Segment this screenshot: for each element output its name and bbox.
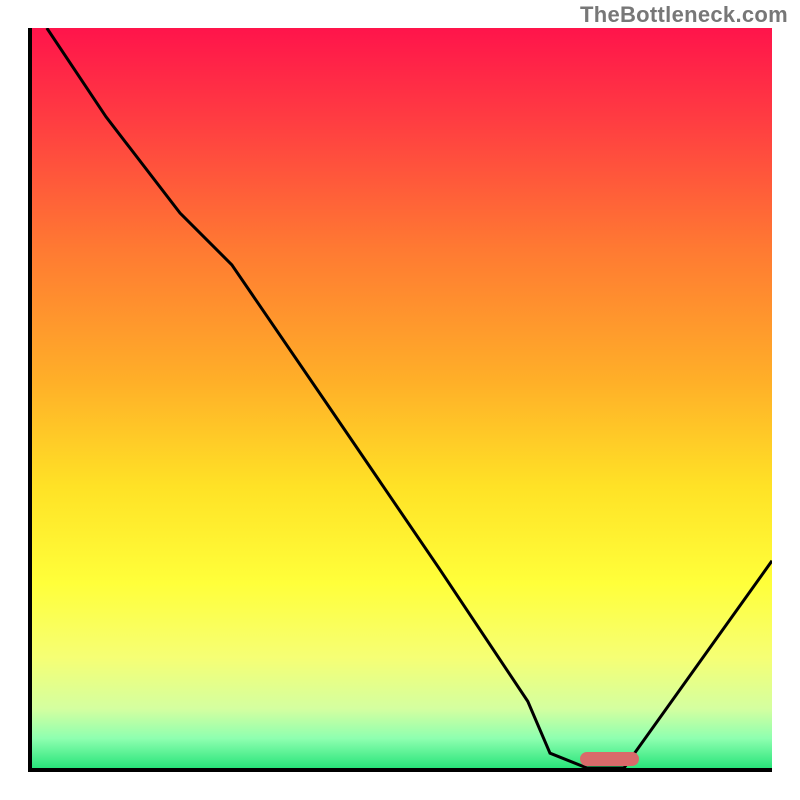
- optimal-marker: [580, 752, 639, 766]
- watermark-text: TheBottleneck.com: [580, 2, 788, 28]
- chart-container: TheBottleneck.com: [0, 0, 800, 800]
- background-gradient: [32, 28, 772, 768]
- plot-area: [28, 28, 772, 772]
